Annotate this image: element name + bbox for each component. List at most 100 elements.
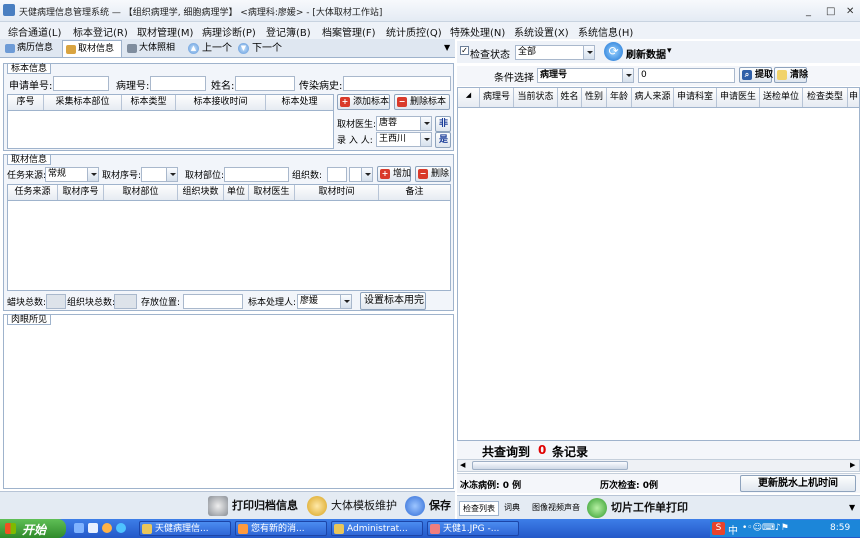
recorder-select[interactable]: 王西川 [376,132,432,147]
column-header[interactable]: 取材序号 [58,185,104,200]
source-select[interactable]: 常规 [45,167,99,182]
doctor-select[interactable]: 唐蓉 [376,116,432,131]
quicklaunch-explorer-icon[interactable] [88,523,98,533]
status-select[interactable]: 全部 [515,45,595,60]
sogou-ime-icon[interactable]: S [712,522,725,535]
close-button[interactable]: ✕ [846,6,854,17]
menu-statistics-qc[interactable]: 统计质控(Q) [386,24,442,39]
column-header[interactable]: 检查类型 [803,88,848,107]
prev-button[interactable]: ▲ 上一个 [186,41,232,56]
chevron-down-icon[interactable] [340,295,351,308]
chevron-down-icon[interactable] [87,168,98,181]
update-dehydration-button[interactable]: 更新脱水上机时间 [740,475,856,492]
tray-icons[interactable]: •◦☺⌨♪⚑ [742,523,789,533]
clear-button[interactable]: 清除 [774,67,808,83]
doctor-no-button[interactable]: 非 [435,116,451,132]
condition-field-select[interactable]: 病理号 [537,68,634,83]
delete-sampling-button[interactable]: − 删除 [415,166,451,182]
quicklaunch-desktop-icon[interactable] [74,523,84,533]
column-header[interactable]: 标本接收时间 [176,95,266,110]
ime-mode[interactable]: 中 [728,522,738,537]
tab-dropdown-icon[interactable]: ▼ [444,43,450,52]
chevron-down-icon[interactable] [420,117,431,130]
menu-special-handling[interactable]: 特殊处理(N) [450,24,505,39]
minimize-button[interactable]: _ [806,6,811,17]
scroll-right-icon[interactable]: ▶ [850,461,855,469]
finish-specimen-button[interactable]: 设置标本用完 [360,292,426,310]
column-header[interactable]: 取材部位 [104,185,178,200]
column-header[interactable]: 取材医生 [249,185,295,200]
column-header[interactable]: 病人来源 [632,88,674,107]
column-header[interactable]: 备注 [379,185,450,200]
horizontal-scrollbar[interactable]: ◀ ▶ [457,459,860,472]
tabs-dropdown-icon[interactable]: ▼ [849,503,855,512]
column-header[interactable]: 申请科室 [674,88,717,107]
column-header[interactable]: 当前状态 [514,88,558,107]
chevron-down-icon[interactable] [583,46,594,59]
column-header[interactable]: 采集标本部位 [44,95,122,110]
search-button[interactable]: ⌕ 提取 [739,67,773,83]
infectious-input[interactable] [343,76,451,91]
tab-case-list[interactable]: 检查列表 [459,501,499,516]
menu-register-book[interactable]: 登记簿(B) [266,24,311,39]
task-new-message[interactable]: 您有新的消... [235,521,327,536]
seq-select[interactable] [141,167,178,182]
gross-findings-textarea[interactable] [6,327,451,487]
storage-input[interactable] [183,294,243,309]
chevron-down-icon[interactable] [622,69,633,82]
menu-system-settings[interactable]: 系统设置(X) [514,24,569,39]
column-header[interactable]: 任务来源 [8,185,58,200]
column-header[interactable]: 单位 [224,185,249,200]
menu-archive-management[interactable]: 档案管理(F) [322,24,376,39]
recorder-yes-button[interactable]: 是 [435,132,451,148]
task-pathology-app[interactable]: 天健病理信... [139,521,231,536]
scroll-thumb[interactable] [472,461,628,470]
column-header[interactable]: 申 [848,88,859,107]
name-input[interactable] [235,76,295,91]
chevron-down-icon[interactable] [166,168,177,181]
menu-pathology-diagnosis[interactable]: 病理诊断(P) [202,24,256,39]
maximize-button[interactable]: □ [826,6,835,17]
path-no-input[interactable] [150,76,206,91]
column-header[interactable]: 送检单位 [760,88,803,107]
refresh-dropdown-icon[interactable]: ▾ [667,46,672,56]
next-button[interactable]: ▼ 下一个 [236,41,282,56]
tab-gross-photo[interactable]: 大体照相 [124,40,182,57]
column-header[interactable]: 申请医生 [717,88,760,107]
column-header[interactable]: 姓名 [558,88,582,107]
tab-media[interactable]: 图像视频声音 [532,502,580,513]
menu-sampling-management[interactable]: 取材管理(M) [137,24,193,39]
specimen-table[interactable]: 序号 采集标本部位 标本类型 标本接收时间 标本处理 [7,94,334,149]
column-header[interactable]: 病理号 [480,88,514,107]
menu-system-info[interactable]: 系统信息(H) [578,24,633,39]
task-administrator[interactable]: Administrat... [331,521,423,536]
start-button[interactable]: 开始 [0,519,66,538]
refresh-button[interactable]: ⟳ 刷新数据 [604,42,674,62]
task-image-viewer[interactable]: 天健1.JPG -... [427,521,519,536]
quicklaunch-browser-icon[interactable] [102,523,112,533]
tab-sampling-info[interactable]: 取材信息 [62,40,122,57]
unit-select[interactable] [349,167,373,182]
column-header[interactable]: 性别 [582,88,607,107]
scroll-left-icon[interactable]: ◀ [460,461,465,469]
menu-integrated-channel[interactable]: 综合通道(L) [8,24,61,39]
status-checkbox[interactable]: ✓ [460,46,469,55]
menu-specimen-register[interactable]: 标本登记(R) [73,24,128,39]
tab-medical-record[interactable]: 病历信息 [2,40,60,57]
count-input[interactable] [327,167,347,182]
column-header[interactable]: 组织块数 [178,185,224,200]
site-input[interactable] [224,167,289,182]
add-sampling-button[interactable]: + 增加 [377,166,411,182]
chevron-down-icon[interactable] [420,133,431,146]
chevron-down-icon[interactable] [361,168,372,181]
print-archive-button[interactable]: 打印归档信息 [208,496,298,516]
column-header[interactable]: 序号 [8,95,44,110]
column-header[interactable]: 年龄 [607,88,632,107]
tab-dictionary[interactable]: 词典 [504,502,520,513]
delete-specimen-button[interactable]: − 删除标本 [394,94,450,110]
save-button[interactable]: 保存 [405,496,451,516]
sampling-table[interactable]: 任务来源 取材序号 取材部位 组织块数 单位 取材医生 取材时间 备注 [7,184,451,291]
case-list-table[interactable]: ◢ 病理号 当前状态 姓名 性别 年龄 病人来源 申请科室 申请医生 送检单位 … [457,87,860,441]
column-header[interactable]: 标本类型 [122,95,176,110]
add-specimen-button[interactable]: + 添加标本 [337,94,390,110]
